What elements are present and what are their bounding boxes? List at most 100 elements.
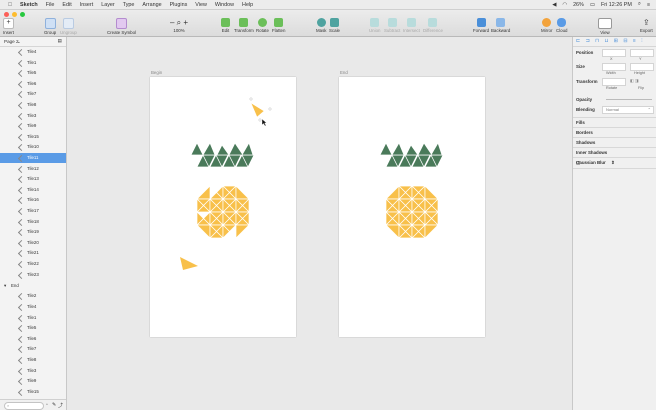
- layer-group[interactable]: ▾ End: [0, 281, 66, 291]
- pineapple-body[interactable]: [196, 185, 250, 239]
- clock[interactable]: Fri 12:26 PM: [601, 2, 632, 8]
- wifi-icon[interactable]: ◠: [562, 2, 567, 8]
- edit-button[interactable]: Edit: [221, 18, 230, 33]
- layer-row[interactable]: Tile2: [0, 291, 66, 301]
- tile[interactable]: [216, 144, 230, 156]
- height-field[interactable]: [630, 63, 654, 71]
- apple-menu-icon[interactable]: : [8, 2, 12, 8]
- layer-row[interactable]: Tile7: [0, 89, 66, 99]
- tile[interactable]: [241, 142, 254, 156]
- tile[interactable]: [190, 142, 204, 156]
- menu-plugins[interactable]: Plugins: [170, 2, 188, 8]
- tile[interactable]: [196, 224, 211, 239]
- difference-button[interactable]: Difference: [423, 18, 443, 33]
- notification-center-icon[interactable]: ≡: [647, 2, 650, 8]
- layer-row[interactable]: Tile23: [0, 270, 66, 280]
- align-icons[interactable]: ⊏ ⊐ ⊓ ⊔ ⊞ ⊟ ≡ ⫶: [576, 38, 644, 44]
- tile[interactable]: [405, 144, 419, 156]
- layer-row[interactable]: Tile1: [0, 313, 66, 323]
- filter-input[interactable]: ⌕: [4, 402, 44, 410]
- menu-edit[interactable]: Edit: [62, 2, 71, 8]
- insert-button[interactable]: + Insert: [3, 18, 14, 35]
- page-icon[interactable]: ▫: [46, 402, 48, 408]
- artboard-label-end[interactable]: End: [340, 70, 348, 75]
- position-y-field[interactable]: [630, 49, 654, 57]
- menu-window[interactable]: Window: [215, 2, 234, 8]
- loose-tile[interactable]: [180, 257, 198, 270]
- artboard-begin[interactable]: [150, 77, 296, 337]
- tile[interactable]: [430, 142, 443, 156]
- layer-row[interactable]: Tile15: [0, 132, 66, 142]
- menu-file[interactable]: File: [46, 2, 55, 8]
- layer-row[interactable]: Tile4: [0, 47, 66, 57]
- layer-row[interactable]: Tile7: [0, 344, 66, 354]
- tile[interactable]: [379, 142, 393, 156]
- dragged-tile[interactable]: [250, 102, 265, 118]
- create-symbol-button[interactable]: Create Symbol: [107, 18, 136, 35]
- tile[interactable]: [391, 142, 405, 156]
- selection-handle[interactable]: [249, 97, 253, 101]
- layer-row[interactable]: Tile17: [0, 206, 66, 216]
- tile[interactable]: [202, 142, 216, 156]
- rotate-field[interactable]: [602, 78, 626, 86]
- menu-arrange[interactable]: Arrange: [142, 2, 161, 8]
- scale-button[interactable]: Scale: [329, 18, 340, 33]
- forward-button[interactable]: Forward: [473, 18, 489, 33]
- tile[interactable]: [196, 185, 211, 200]
- export-small-icon[interactable]: ⤴: [58, 402, 63, 409]
- rotate-button[interactable]: Rotate: [256, 18, 269, 33]
- layer-row[interactable]: Tile14: [0, 185, 66, 195]
- artboard-end[interactable]: [339, 77, 485, 337]
- layer-row[interactable]: Tile13: [0, 174, 66, 184]
- canvas[interactable]: Begin End: [67, 37, 572, 410]
- page-selector[interactable]: Page 2 ⌄ ▤: [0, 37, 66, 47]
- view-button[interactable]: View: [598, 18, 612, 35]
- tile[interactable]: [385, 185, 400, 200]
- position-x-field[interactable]: [602, 49, 626, 57]
- layer-row[interactable]: Tile16: [0, 195, 66, 205]
- blending-select[interactable]: Normal ⌃: [602, 106, 654, 114]
- volume-icon[interactable]: ◀: [552, 2, 556, 8]
- selection-handle[interactable]: [268, 107, 272, 111]
- layer-row[interactable]: Tile5: [0, 323, 66, 333]
- selection-handle[interactable]: [258, 118, 262, 122]
- layer-row[interactable]: Tile8: [0, 100, 66, 110]
- gaussian-blur-section[interactable]: Gaussian Blur ⇕ ▢: [573, 157, 656, 169]
- tile[interactable]: [235, 224, 250, 239]
- layer-row[interactable]: Tile10: [0, 142, 66, 152]
- toggle-checkbox[interactable]: ▢: [576, 160, 653, 166]
- flatten-button[interactable]: Flatten: [272, 18, 285, 33]
- flip-buttons[interactable]: ◧ ◨: [630, 78, 652, 84]
- layer-row[interactable]: Tile11: [0, 153, 66, 163]
- layer-row[interactable]: Tile6: [0, 79, 66, 89]
- layer-row[interactable]: Tile3: [0, 111, 66, 121]
- tile[interactable]: [424, 224, 439, 239]
- layer-row[interactable]: Tile8: [0, 355, 66, 365]
- zoom-control[interactable]: – ⌕ + 100%: [168, 18, 190, 33]
- opacity-slider[interactable]: [606, 99, 652, 100]
- menu-app-name[interactable]: Sketch: [20, 2, 38, 8]
- cloud-button[interactable]: Cloud: [556, 18, 567, 33]
- export-button[interactable]: ⇪ Export: [640, 18, 653, 33]
- layer-row[interactable]: Tile5: [0, 68, 66, 78]
- minimize-window-button[interactable]: [12, 12, 17, 17]
- battery-icon[interactable]: ▭: [590, 2, 595, 8]
- menu-view[interactable]: View: [195, 2, 207, 8]
- menu-insert[interactable]: Insert: [80, 2, 93, 8]
- layer-row[interactable]: Tile1: [0, 58, 66, 68]
- sidebar-toggle-icon[interactable]: ▤: [58, 37, 62, 45]
- close-window-button[interactable]: [4, 12, 9, 17]
- layer-row[interactable]: Tile9: [0, 121, 66, 131]
- layer-row[interactable]: Tile9: [0, 376, 66, 386]
- subtract-button[interactable]: Subtract: [384, 18, 400, 33]
- tile[interactable]: [417, 142, 433, 156]
- zoom-window-button[interactable]: [20, 12, 25, 17]
- tile[interactable]: [424, 185, 439, 200]
- pineapple-leaves[interactable]: [379, 142, 444, 168]
- layer-row[interactable]: Tile12: [0, 164, 66, 174]
- layer-row[interactable]: Tile6: [0, 334, 66, 344]
- layer-row[interactable]: Tile3: [0, 366, 66, 376]
- layer-row[interactable]: Tile20: [0, 238, 66, 248]
- battery-percent[interactable]: 26%: [573, 2, 584, 8]
- ungroup-button[interactable]: Ungroup: [60, 18, 77, 35]
